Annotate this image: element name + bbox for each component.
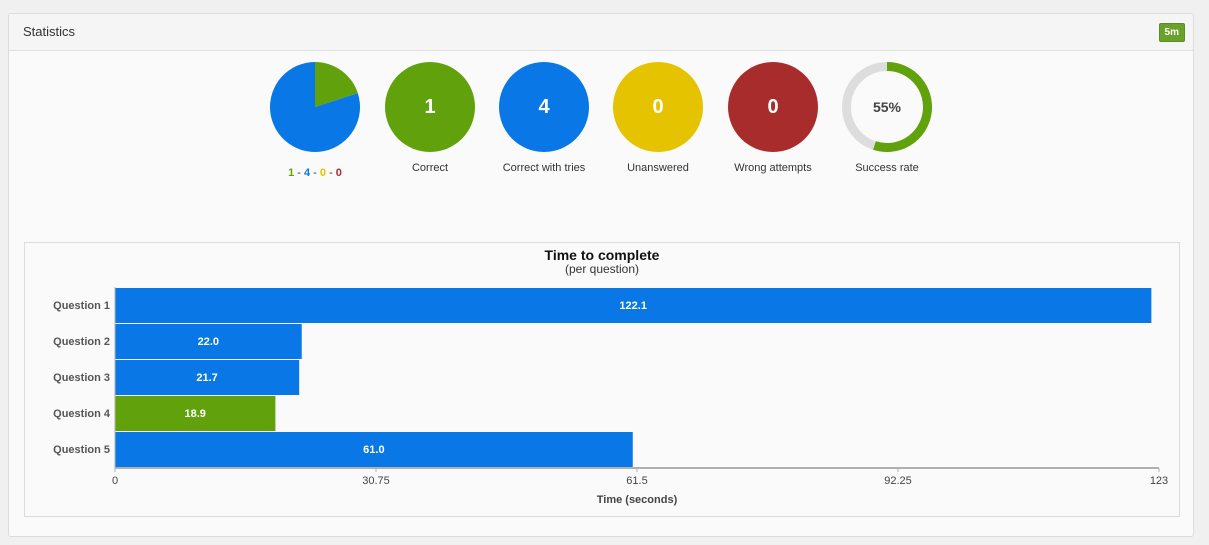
success-rate-value: 55% [872, 99, 902, 115]
stat-wrong-attempts: 0 Wrong attempts [713, 62, 833, 174]
x-tick-label: 123 [1150, 475, 1168, 487]
correct-label: Correct [411, 162, 449, 174]
stat-success-rate: 55% Success rate [827, 62, 947, 174]
bar-value-label: 122.1 [619, 300, 647, 312]
success-rate-label: Success rate [855, 162, 919, 174]
panel-header: Statistics 5m [9, 14, 1193, 51]
correct-count-circle: 1 [385, 62, 475, 152]
x-axis-title: Time (seconds) [597, 494, 678, 506]
caption-part: - [310, 167, 320, 179]
success-rate-ring: 55% [842, 62, 932, 152]
x-tick-label: 61.5 [626, 475, 647, 487]
x-tick-label: 30.75 [362, 475, 390, 487]
category-label: Question 1 [53, 300, 110, 312]
distribution-caption: 1 - 4 - 0 - 0 [255, 167, 375, 179]
bar-value-label: 18.9 [184, 408, 205, 420]
bar-value-label: 61.0 [363, 444, 384, 456]
caption-part: 0 [335, 167, 342, 179]
category-label: Question 3 [53, 372, 110, 384]
stat-correct-with-tries: 4 Correct with tries [484, 62, 604, 174]
bar-value-label: 22.0 [198, 336, 219, 348]
stat-unanswered: 0 Unanswered [598, 62, 718, 174]
category-label: Question 2 [53, 336, 110, 348]
wrong-attempts-circle: 0 [728, 62, 818, 152]
x-tick-label: 0 [112, 475, 118, 487]
unanswered-circle: 0 [613, 62, 703, 152]
correct-with-tries-circle: 4 [499, 62, 589, 152]
wrong-attempts-label: Wrong attempts [734, 162, 812, 174]
stat-correct: 1 Correct [370, 62, 490, 174]
panel-title: Statistics [23, 24, 76, 39]
category-label: Question 4 [53, 408, 111, 420]
time-to-complete-chart: Time to complete (per question) 122.1 Que… [24, 242, 1180, 517]
distribution-pie-chart [270, 62, 360, 152]
caption-part: - [294, 167, 304, 179]
time-badge: 5m [1158, 23, 1185, 42]
bar-chart-svg: 122.1 Question 1 22.0 Question 2 21.7 Questio… [53, 287, 1168, 506]
bar-value-label: 21.7 [196, 372, 217, 384]
unanswered-label: Unanswered [627, 162, 689, 174]
correct-with-tries-label: Correct with tries [502, 162, 586, 174]
x-tick-label: 92.25 [884, 475, 912, 487]
stat-distribution-pie: 1 - 4 - 0 - 0 [255, 62, 375, 179]
caption-part: - [326, 167, 336, 179]
category-label: Question 5 [53, 444, 110, 456]
